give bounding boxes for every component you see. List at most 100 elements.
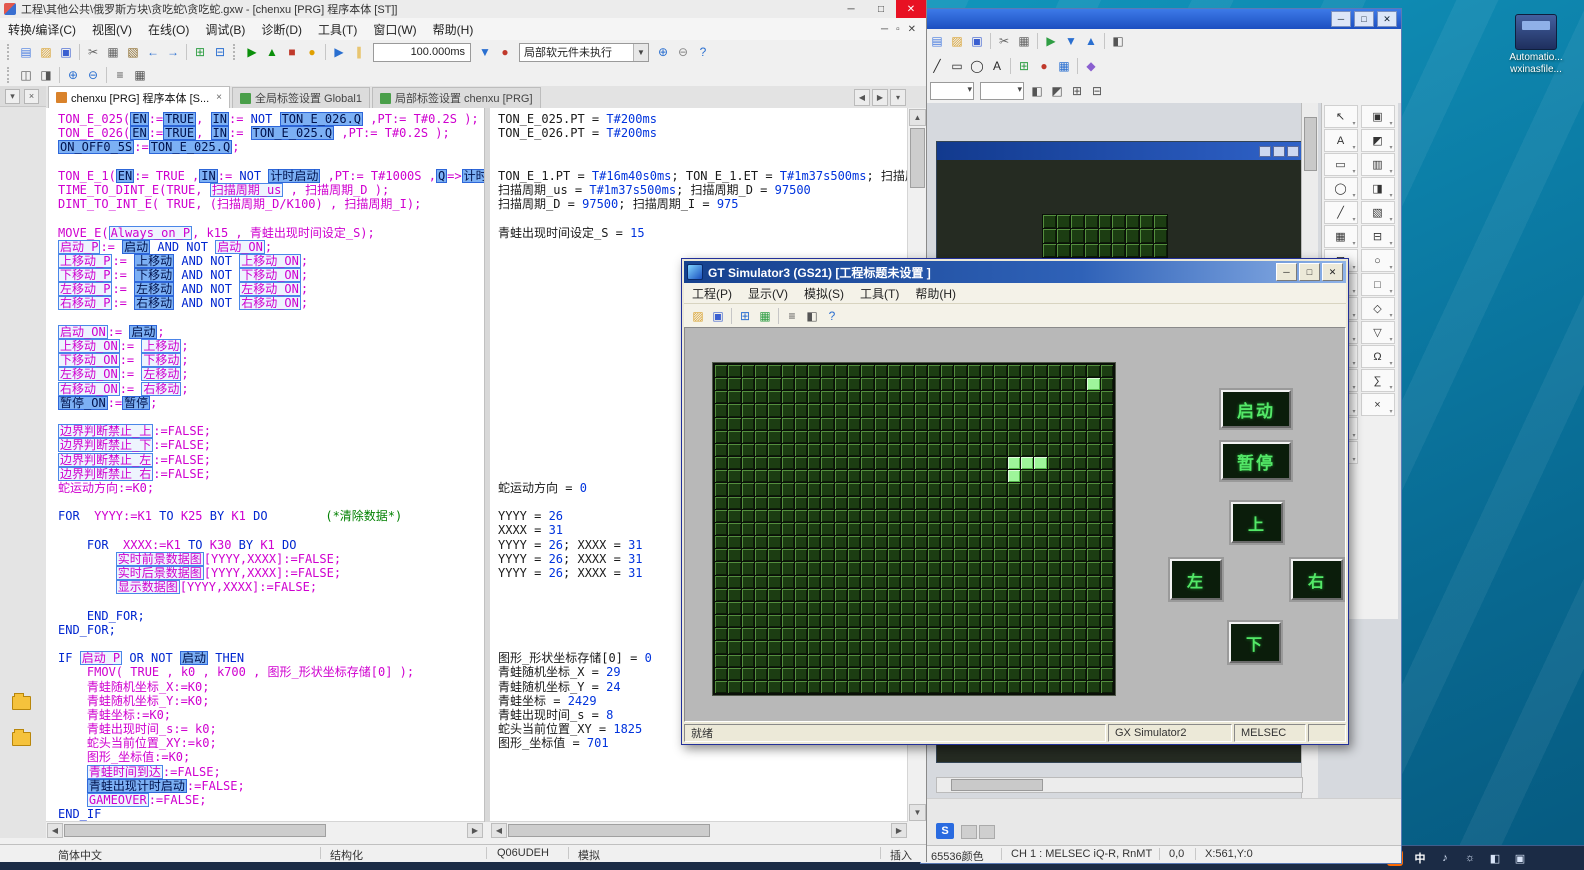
preview-icon[interactable]: ◧ xyxy=(1108,31,1128,51)
toolbox-tool-icon[interactable]: ▥ xyxy=(1361,153,1395,176)
menu-item[interactable]: 模拟(S) xyxy=(796,282,852,305)
toolbox-tool-icon[interactable]: ◨ xyxy=(1361,177,1395,200)
align-top-icon[interactable]: ◩ xyxy=(1047,81,1067,101)
grid-display-icon[interactable]: ▦ xyxy=(130,65,150,85)
menu-item[interactable]: 调试(B) xyxy=(197,18,253,41)
document-tab[interactable]: 全局标签设置 Global1 xyxy=(232,87,370,108)
up-button[interactable]: 上 xyxy=(1231,502,1283,543)
cut-icon[interactable]: ✂ xyxy=(994,31,1014,51)
screen-image-icon[interactable]: ▦ xyxy=(755,306,775,326)
menu-item[interactable]: 工具(T) xyxy=(310,18,365,41)
download-icon[interactable]: ▼ xyxy=(1061,31,1081,51)
toolbox-tool-icon[interactable]: ○ xyxy=(1361,249,1395,272)
device-monitor-icon[interactable]: ⊞ xyxy=(735,306,755,326)
toolbox-tool-icon[interactable]: ∑ xyxy=(1361,369,1395,392)
document-tab[interactable]: 局部标签设置 chenxu [PRG] xyxy=(372,87,541,108)
minimize-button[interactable]: ─ xyxy=(1331,11,1351,27)
start-button[interactable]: 启动 xyxy=(1221,390,1291,428)
figure-rect-icon[interactable]: ▭ xyxy=(947,56,967,76)
mdi-restore-icon[interactable]: ▫ xyxy=(896,24,900,35)
ime-indicator[interactable]: 中 xyxy=(1412,850,1428,866)
help-icon[interactable]: ? xyxy=(693,42,713,62)
zoom-combo[interactable] xyxy=(930,82,974,100)
compile-icon[interactable]: ⊞ xyxy=(190,42,210,62)
align-left-icon[interactable]: ◧ xyxy=(1027,81,1047,101)
toolbox-tool-icon[interactable]: ◇ xyxy=(1361,297,1395,320)
help-icon[interactable]: ? xyxy=(822,306,842,326)
scrollbar-thumb[interactable] xyxy=(508,824,710,837)
library-icon[interactable]: ◆ xyxy=(1081,56,1101,76)
folder-icon[interactable] xyxy=(12,732,31,746)
undo-icon[interactable]: ← xyxy=(143,42,163,62)
folder-icon[interactable] xyxy=(12,696,31,710)
document-tab[interactable]: chenxu [PRG] 程序本体 [S...× xyxy=(48,86,230,108)
mdi-close-icon[interactable]: ✕ xyxy=(908,24,916,35)
scan-time-field[interactable]: 100.000ms xyxy=(373,43,471,62)
menu-item[interactable]: 在线(O) xyxy=(140,18,197,41)
numerical-display-icon[interactable]: ▦ xyxy=(1054,56,1074,76)
scrollbar-thumb[interactable] xyxy=(910,128,925,188)
menu-item[interactable]: 窗口(W) xyxy=(365,18,424,41)
toolbox-tool-icon[interactable]: ▧ xyxy=(1361,201,1395,224)
code-pane-left[interactable]: TON_E_025(EN:=TRUE, IN:= NOT TON_E_026.Q… xyxy=(46,108,496,822)
comment-display-icon[interactable]: ≡ xyxy=(110,65,130,85)
network-tray-icon[interactable]: ☼ xyxy=(1462,850,1478,866)
close-tab-icon[interactable]: × xyxy=(216,92,222,103)
maximize-button[interactable]: □ xyxy=(1299,263,1320,281)
copy-icon[interactable]: ▦ xyxy=(1014,31,1034,51)
menu-item[interactable]: 显示(V) xyxy=(740,282,796,305)
menu-item[interactable]: 帮助(H) xyxy=(907,282,964,305)
cascade-windows-icon[interactable]: ◫ xyxy=(16,65,36,85)
close-button[interactable]: ✕ xyxy=(896,0,926,18)
notification-tray-icon[interactable]: ▣ xyxy=(1512,850,1528,866)
close-button[interactable]: ✕ xyxy=(1377,11,1397,27)
dock-pin-icon[interactable]: ▾ xyxy=(5,89,20,104)
toolbox-tool-icon[interactable]: ◯ xyxy=(1324,177,1358,200)
save-project-icon[interactable]: ▣ xyxy=(56,42,76,62)
dock-close-icon[interactable]: × xyxy=(24,89,39,104)
tab-scroll-icon[interactable]: ▾ xyxy=(890,89,906,106)
save-icon[interactable]: ▣ xyxy=(967,31,987,51)
zoom-out-icon[interactable]: ⊖ xyxy=(83,65,103,85)
cut-icon[interactable]: ✂ xyxy=(83,42,103,62)
new-screen-icon[interactable]: ▤ xyxy=(927,31,947,51)
figure-circle-icon[interactable]: ◯ xyxy=(967,56,987,76)
new-project-icon[interactable]: ▤ xyxy=(16,42,36,62)
zoom-in-icon[interactable]: ⊕ xyxy=(63,65,83,85)
watch-stop-icon[interactable]: ⊖ xyxy=(673,42,693,62)
left-button[interactable]: 左 xyxy=(1170,559,1222,600)
mdi-minimize-icon[interactable]: ─ xyxy=(881,24,888,35)
pause-icon[interactable]: ∥ xyxy=(349,42,369,62)
paste-icon[interactable]: ▧ xyxy=(123,42,143,62)
tab-scroll-icon[interactable]: ◀ xyxy=(854,89,870,106)
designer-horizontal-scrollbar[interactable] xyxy=(936,777,1303,793)
open-project-icon[interactable]: ▨ xyxy=(36,42,56,62)
maximize-button[interactable]: □ xyxy=(1354,11,1374,27)
grid-combo[interactable] xyxy=(980,82,1024,100)
lamp-object-icon[interactable]: ● xyxy=(1034,56,1054,76)
display-tray-icon[interactable]: ◧ xyxy=(1487,850,1503,866)
text-icon[interactable]: A xyxy=(987,56,1007,76)
figure-line-icon[interactable]: ╱ xyxy=(927,56,947,76)
open-project-icon[interactable]: ▨ xyxy=(688,306,708,326)
device-execution-combo[interactable]: 局部软元件未执行 ▼ xyxy=(519,43,649,62)
full-screen-icon[interactable]: ◧ xyxy=(802,306,822,326)
gt-simulator-window[interactable]: GT Simulator3 (GS21) [工程标题未设置 ] ─ □ ✕ 工程… xyxy=(681,258,1349,745)
break-point-icon[interactable]: ● xyxy=(495,42,515,62)
device-test-icon[interactable]: ● xyxy=(302,42,322,62)
scrollbar-thumb[interactable] xyxy=(64,824,326,837)
toolbox-tool-icon[interactable]: ▭ xyxy=(1324,153,1358,176)
toolbox-tool-icon[interactable]: ◩ xyxy=(1361,129,1395,152)
redo-icon[interactable]: → xyxy=(163,42,183,62)
snapshot-icon[interactable]: ▣ xyxy=(708,306,728,326)
inner-maximize-icon[interactable] xyxy=(1273,146,1285,157)
chevron-down-icon[interactable]: ▼ xyxy=(633,44,648,61)
toolbox-tool-icon[interactable]: A xyxy=(1324,129,1358,152)
toolbox-tool-icon[interactable]: × xyxy=(1361,393,1395,416)
ungroup-icon[interactable]: ⊟ xyxy=(1087,81,1107,101)
toolbox-tool-icon[interactable]: □ xyxy=(1361,273,1395,296)
compile-all-icon[interactable]: ⊟ xyxy=(210,42,230,62)
volume-tray-icon[interactable]: ♪ xyxy=(1437,850,1453,866)
tile-windows-icon[interactable]: ◨ xyxy=(36,65,56,85)
menu-item[interactable]: 帮助(H) xyxy=(425,18,482,41)
